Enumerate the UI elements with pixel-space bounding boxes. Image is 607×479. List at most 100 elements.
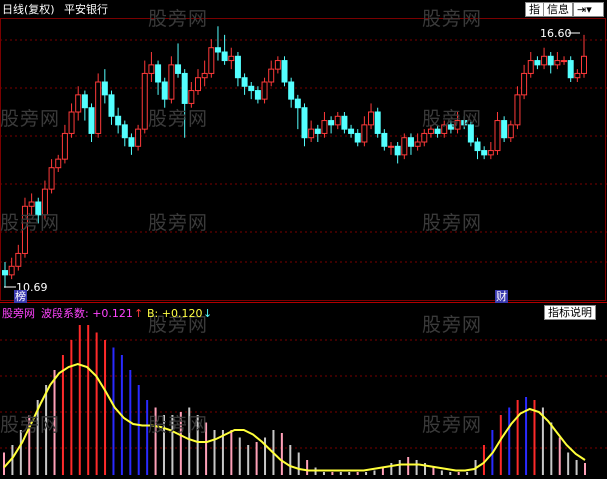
candle-body [547,55,554,66]
high-price-label: 16.60 [540,27,572,40]
indicator-bar [567,452,570,475]
candle-body [128,137,135,147]
candle-body [88,107,95,134]
watermark: 股旁网 [148,8,209,30]
candle-body [221,51,228,62]
candle-body [308,128,315,139]
indicator-bar [449,472,452,475]
candle-body [407,137,414,147]
candle-body [55,158,62,169]
candle-body [514,94,521,126]
candle-body [108,94,115,117]
indicator-bar [70,340,73,475]
candle-body [15,252,22,267]
candle-body [28,201,35,207]
indicator-bar [3,452,5,475]
candle-body [75,94,82,113]
candle-body [188,90,195,104]
indicator-bar [575,460,578,475]
watermark: 股旁网 [422,212,483,234]
candle-body [281,60,288,83]
candle-body [507,124,514,139]
candle-body [541,55,548,66]
indicator-bar [525,397,528,475]
indicator-bar [61,355,64,475]
marker-cai[interactable]: 财 [495,290,508,303]
indicator-bar [365,472,368,475]
indicator-bar [440,470,443,475]
coef-up-arrow-icon: ↑ [134,307,144,320]
candle-body [401,137,408,156]
indicator-bar [230,430,233,475]
coef-label: 波段系数: +0.121 [41,307,133,320]
candle-body [2,270,8,276]
indicator-bar [280,433,283,475]
candle-body [81,94,88,109]
indicator-bar [289,445,292,475]
indicator-bar [550,422,553,475]
candle-body [481,150,488,156]
watermark: 股旁网 [0,414,61,436]
indicator-bar [297,452,300,475]
candle-body [234,55,241,79]
indicator-bar [482,445,485,475]
indicator-bar [339,472,342,475]
indicator-bar [516,400,519,475]
candle-body [334,115,341,126]
indicator-bar [466,472,469,475]
candle-body [554,60,561,66]
candle-body [487,150,494,156]
candle-body [368,111,375,126]
arrow-toggle-button[interactable]: ⇥▾ [573,2,604,17]
indicator-bar [322,472,325,475]
indicator-bar [398,460,401,475]
candle-body [521,72,528,96]
candle-body [348,128,355,134]
indicator-bar [95,332,98,475]
candle-body [214,47,221,53]
candle-body [527,60,534,74]
candle-body [68,111,75,134]
watermark: 股旁网 [0,108,61,130]
candle-body [474,141,481,152]
indicator-bar [306,460,309,475]
info-button[interactable]: 信息 [543,2,573,17]
candle-body [135,128,142,147]
watermark: 股旁网 [422,414,483,436]
candle-body [561,60,568,63]
indicator-bar [247,445,250,475]
candle-body [388,145,394,148]
indicator-bar [331,472,334,475]
indicator-help-button[interactable]: 指标说明 [544,305,596,320]
indicator-button[interactable]: 指 [525,2,544,17]
candle-body [381,132,388,147]
candle-body [394,145,401,156]
candle-body [261,81,268,100]
b-label: B: +0.120 [147,307,203,320]
candle-body [181,72,188,104]
indicator-bar [558,437,561,475]
candle-body [328,120,335,126]
indicator-bar [457,472,460,475]
indicator-bar [137,385,140,475]
candle-body [61,132,68,160]
indicator-bar [348,472,351,475]
indicator-bar [499,415,502,475]
indicator-bar [407,457,410,475]
indicator-bar [112,347,115,475]
candle-body [361,124,368,143]
candle-body [161,81,168,100]
candle-body [254,90,261,100]
indicator-bar [432,467,435,475]
watermark: 股旁网 [422,108,483,130]
price-panel-frame [0,18,606,301]
candle-body [8,265,15,276]
indicator-bar [415,460,418,475]
candle-body [421,132,428,143]
candle-body [501,120,508,139]
chart-canvas [0,18,607,475]
candle-body [274,60,281,70]
marker-bang[interactable]: 榜 [14,290,27,303]
indicator-bar [104,340,107,475]
candle-body [321,120,328,134]
